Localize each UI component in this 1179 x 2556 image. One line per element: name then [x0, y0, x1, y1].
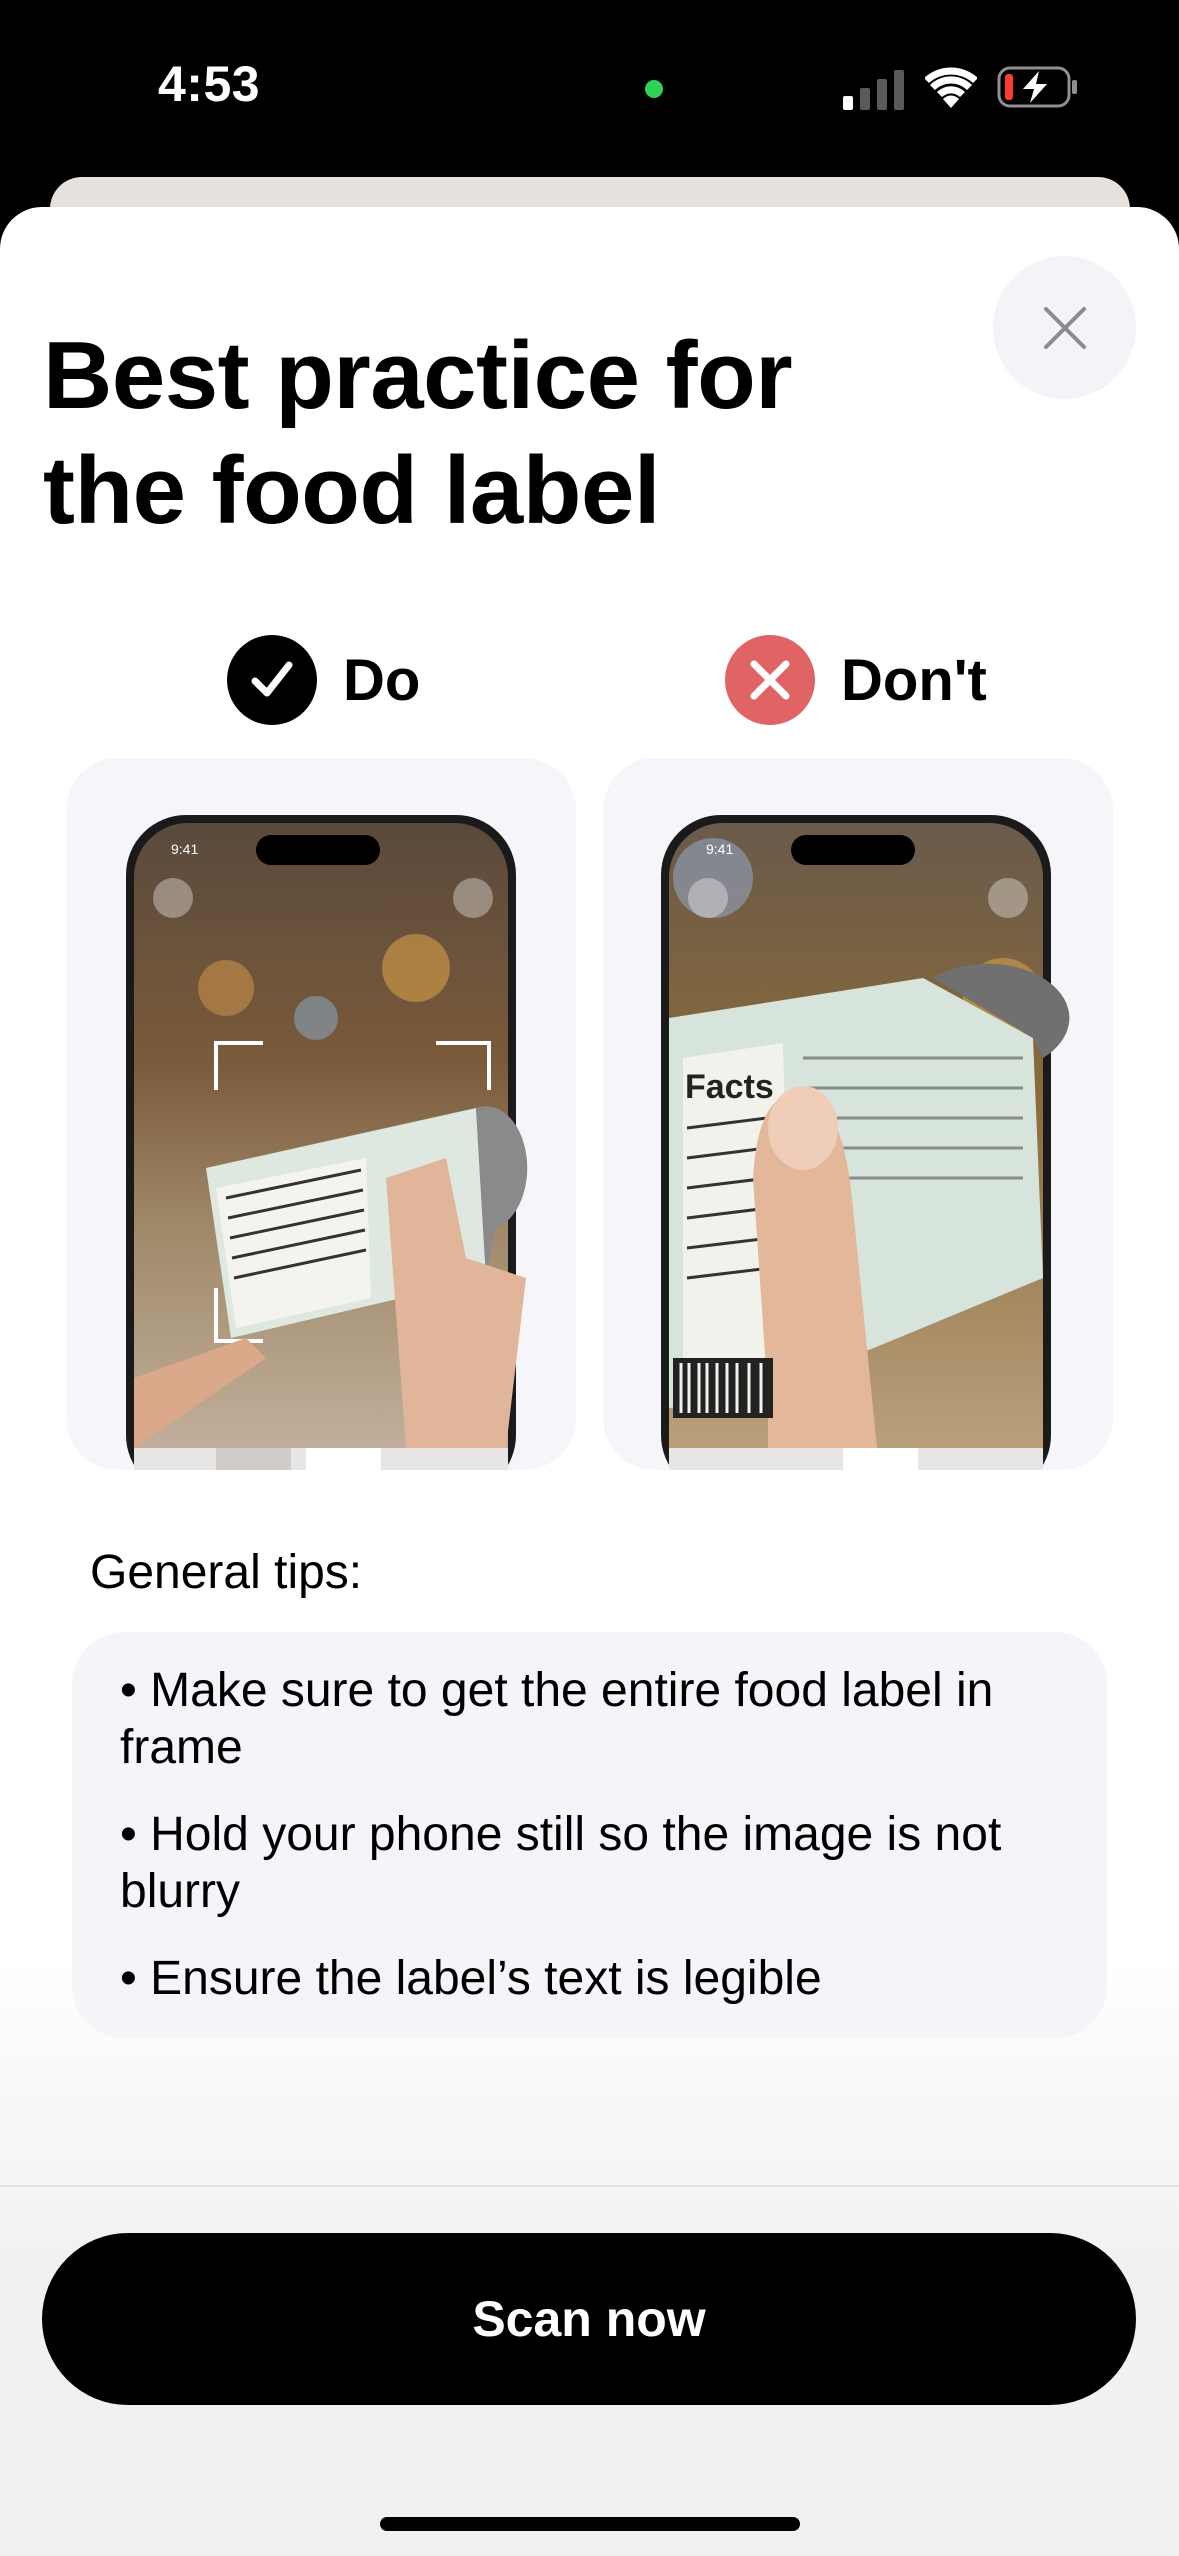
tips-box: • Make sure to get the entire food label… — [72, 1632, 1107, 2038]
camera-indicator-dot — [645, 80, 663, 98]
close-button[interactable] — [993, 256, 1136, 399]
tip-item: • Ensure the label’s text is legible — [120, 1952, 822, 2005]
checkmark-icon — [227, 635, 317, 725]
status-time: 4:53 — [158, 56, 261, 112]
tip-item: • Make sure to get the entire food label… — [120, 1664, 994, 1774]
tip-item: • Hold your phone still so the image is … — [120, 1808, 1002, 1918]
do-label-text: Do — [343, 647, 421, 713]
dont-label-text: Don't — [841, 647, 987, 713]
divider — [0, 2185, 1179, 2187]
do-label: Do — [227, 635, 420, 725]
svg-text:Facts: Facts — [685, 1068, 774, 1106]
scan-now-button[interactable]: Scan now — [42, 2233, 1136, 2405]
cellular-signal-icon — [843, 70, 904, 110]
status-bar: 4:53 — [0, 0, 1179, 175]
tips-heading: General tips: — [90, 1546, 363, 1599]
wifi-icon — [925, 67, 977, 108]
svg-text:9:41: 9:41 — [706, 841, 733, 857]
home-indicator — [380, 2517, 800, 2531]
page-title: Best practice for the food label — [43, 322, 793, 544]
dont-label: Don't — [725, 635, 987, 725]
battery-charging-icon — [997, 66, 1077, 108]
x-icon — [725, 635, 815, 725]
close-icon — [1043, 306, 1086, 349]
svg-text:9:41: 9:41 — [171, 841, 198, 857]
dont-example-image: 9:41 Facts — [603, 758, 1113, 1470]
do-example-image: 9:41 — [66, 758, 576, 1470]
